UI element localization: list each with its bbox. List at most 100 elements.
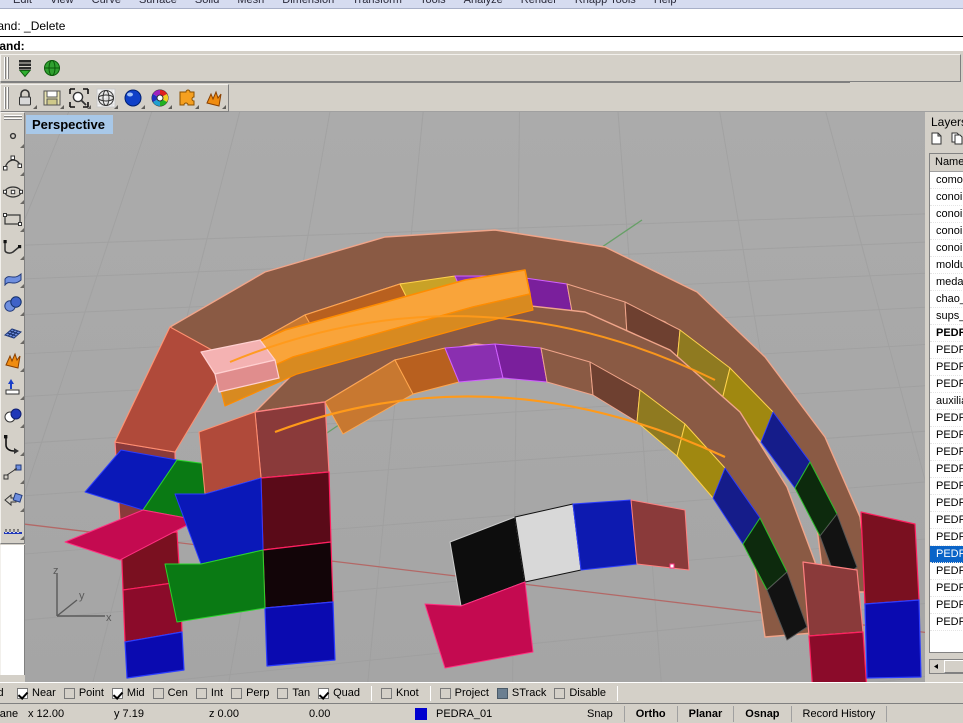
download-layer-icon[interactable] xyxy=(11,56,38,81)
layer-row[interactable]: como xyxy=(930,172,963,189)
menu-item-view[interactable]: View xyxy=(41,0,83,8)
viewport-label[interactable]: Perspective xyxy=(26,115,113,134)
layer-row[interactable]: meda xyxy=(930,274,963,291)
flyout-corner[interactable] xyxy=(87,105,91,109)
flyout-corner[interactable] xyxy=(20,312,24,316)
osnap-tan-checkbox[interactable] xyxy=(277,687,289,699)
surface-icon[interactable] xyxy=(1,262,24,290)
osnap-mid[interactable]: Mid xyxy=(109,687,148,699)
menu-item-dimension[interactable]: Dimension xyxy=(273,0,343,8)
flyout-corner[interactable] xyxy=(20,340,24,344)
perspective-viewport[interactable]: Perspective z y x xyxy=(25,112,925,682)
current-layer-name[interactable]: PEDRA_01 xyxy=(432,708,580,720)
flyout-corner[interactable] xyxy=(20,200,24,204)
status-toggle-snap[interactable]: Snap xyxy=(580,708,620,720)
layer-column-header[interactable]: Name xyxy=(930,154,963,172)
globe-green-icon[interactable] xyxy=(38,56,65,81)
layer-row[interactable]: PEDR xyxy=(930,376,963,393)
layer-row[interactable]: PEDR xyxy=(930,597,963,614)
menu-item-edit[interactable]: Edit xyxy=(4,0,41,8)
scroll-thumb[interactable] xyxy=(944,660,963,673)
layer-row[interactable]: PEDR xyxy=(930,563,963,580)
layer-list[interactable]: Name como conoi conoi conoi conoi moldu meda ch… xyxy=(929,153,963,653)
render-sphere-icon[interactable] xyxy=(119,85,146,110)
osnap-tan[interactable]: Tan xyxy=(274,687,313,699)
layer-row[interactable]: PEDR xyxy=(930,461,963,478)
flyout-corner[interactable] xyxy=(20,284,24,288)
explode-icon[interactable] xyxy=(200,85,227,110)
polyline-icon[interactable] xyxy=(1,234,24,262)
flyout-corner[interactable] xyxy=(20,144,24,148)
layers-panel[interactable]: Layers Name comoconoiconoiconoiconoimold… xyxy=(925,112,963,682)
osnap-point-checkbox[interactable] xyxy=(63,687,75,699)
osnap-int[interactable]: Int xyxy=(193,687,226,699)
viewport-canvas[interactable] xyxy=(25,112,925,682)
osnap-near[interactable]: Near xyxy=(14,687,59,699)
flyout-corner[interactable] xyxy=(20,424,24,428)
layer-row[interactable]: PEDR xyxy=(930,580,963,597)
menu-item-rhapp-tools[interactable]: Rhapp Tools xyxy=(566,0,645,8)
flyout-corner[interactable] xyxy=(141,105,145,109)
current-layer-color-swatch[interactable] xyxy=(415,707,427,720)
rectangle-icon[interactable] xyxy=(1,206,24,234)
menu-item-solid[interactable]: Solid xyxy=(186,0,228,8)
osnap-int-checkbox[interactable] xyxy=(195,687,207,699)
wireframe-sphere-icon[interactable] xyxy=(92,85,119,110)
menu-item-analyze[interactable]: Analyze xyxy=(455,0,512,8)
osnap-point[interactable]: Point xyxy=(61,687,107,699)
layer-row[interactable]: PEDR xyxy=(930,614,963,631)
osnap-disable-checkbox[interactable] xyxy=(554,687,566,699)
flyout-corner[interactable] xyxy=(20,536,24,540)
menu-item-mesh[interactable]: Mesh xyxy=(228,0,273,8)
osnap-disable[interactable]: Disable xyxy=(551,687,609,699)
flyout-corner[interactable] xyxy=(168,105,172,109)
layer-row[interactable]: PEDR xyxy=(930,512,963,529)
layer-row[interactable]: PEDR xyxy=(930,529,963,546)
extrude-icon[interactable] xyxy=(1,374,24,402)
osnap-cen-checkbox[interactable] xyxy=(152,687,164,699)
scroll-left-arrow-icon[interactable] xyxy=(930,660,943,673)
layer-row[interactable]: PEDR xyxy=(930,325,963,342)
boolean-icon[interactable] xyxy=(1,402,24,430)
osnap-cen[interactable]: Cen xyxy=(150,687,191,699)
layer-row[interactable]: PEDR xyxy=(930,410,963,427)
layer-row[interactable]: auxilia xyxy=(930,393,963,410)
osnap-end-label[interactable]: End xyxy=(0,687,14,699)
flyout-corner[interactable] xyxy=(20,172,24,176)
status-toggle-planar[interactable]: Planar xyxy=(682,708,730,720)
layer-row[interactable]: conoi xyxy=(930,240,963,257)
osnap-strack[interactable]: STrack xyxy=(494,687,549,699)
flyout-corner[interactable] xyxy=(195,105,199,109)
flyout-corner[interactable] xyxy=(20,508,24,512)
osnap-project-checkbox[interactable] xyxy=(439,687,451,699)
point-icon[interactable] xyxy=(1,122,24,150)
menu-item-transform[interactable]: Transform xyxy=(343,0,411,8)
left-toolbar-grip[interactable] xyxy=(3,115,22,120)
osnap-perp-checkbox[interactable] xyxy=(231,687,243,699)
menu-bar[interactable]: Edit View Curve Surface Solid Mesh Dimension Tr… xyxy=(0,0,963,9)
plugin-puzzle-icon[interactable] xyxy=(173,85,200,110)
status-toggle-record-history[interactable]: Record History xyxy=(796,708,883,720)
explode-star-icon[interactable] xyxy=(1,346,24,374)
osnap-knot-checkbox[interactable] xyxy=(381,687,392,699)
osnap-mid-checkbox[interactable] xyxy=(111,687,123,699)
zoom-extents-all-icon[interactable] xyxy=(65,85,92,110)
layer-row[interactable]: PEDR xyxy=(930,427,963,444)
layer-row[interactable]: PEDR xyxy=(930,478,963,495)
flyout-corner[interactable] xyxy=(20,256,24,260)
copy-layer-icon[interactable] xyxy=(951,132,963,150)
layer-row[interactable]: moldu xyxy=(930,257,963,274)
menu-item-surface[interactable]: Surface xyxy=(130,0,186,8)
osnap-knot[interactable]: Knot xyxy=(378,687,422,699)
flyout-corner[interactable] xyxy=(222,105,226,109)
osnap-perp[interactable]: Perp xyxy=(228,687,272,699)
layer-row[interactable]: chao_ xyxy=(930,291,963,308)
layer-row[interactable]: PEDR xyxy=(930,359,963,376)
menu-item-help[interactable]: Help xyxy=(645,0,686,8)
array-icon[interactable] xyxy=(1,458,24,486)
layer-list-hscrollbar[interactable] xyxy=(929,659,963,674)
curve-control-points-icon[interactable] xyxy=(1,150,24,178)
flyout-corner[interactable] xyxy=(20,480,24,484)
osnap-bar[interactable]: End Near Point Mid Cen Int Perp Tan Quad Knot Pro… xyxy=(0,682,963,703)
sphere-solid-icon[interactable] xyxy=(1,290,24,318)
